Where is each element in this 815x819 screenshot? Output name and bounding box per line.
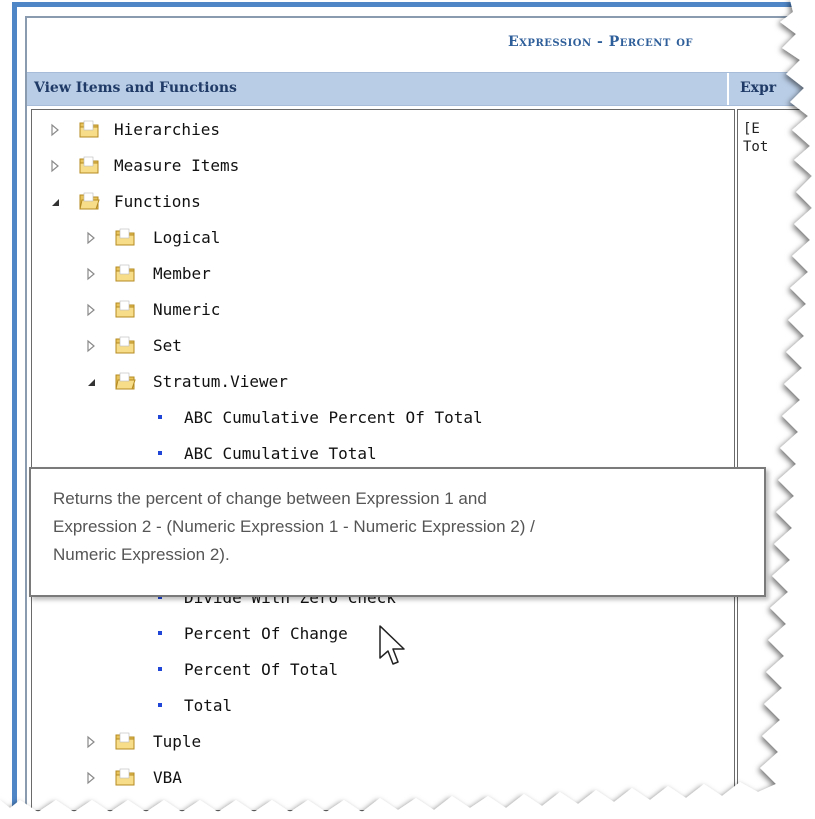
tree-node-label: Hierarchies bbox=[114, 120, 220, 139]
bullet-icon bbox=[158, 415, 162, 419]
function-item-label: ABC Cumulative Percent Of Total bbox=[184, 408, 483, 427]
tree-node-label: Tuple bbox=[153, 732, 202, 751]
function-item-label: Percent Of Total bbox=[184, 660, 339, 679]
panel-header-bar: View Items and Functions Expr bbox=[27, 72, 815, 106]
screenshot-frame: Expression - Percent of View Items and F… bbox=[0, 0, 815, 819]
folder-icon bbox=[115, 768, 135, 786]
function-item-percent-of-change[interactable]: Percent Of Change bbox=[158, 621, 578, 647]
folder-icon bbox=[79, 120, 99, 138]
function-item-label: Percent Of Change bbox=[184, 624, 348, 643]
function-item-label: Total bbox=[184, 696, 233, 715]
tree-node-label: Set bbox=[153, 336, 182, 355]
tooltip-line-2: Expression 2 - (Numeric Expression 1 - N… bbox=[53, 517, 535, 536]
collapsed-triangle-icon[interactable] bbox=[84, 735, 98, 749]
tree-node-set[interactable]: Set bbox=[84, 333, 384, 359]
collapsed-triangle-icon[interactable] bbox=[48, 123, 62, 137]
function-tooltip: Returns the percent of change between Ex… bbox=[29, 467, 766, 597]
header-divider bbox=[727, 73, 729, 105]
bullet-icon bbox=[158, 667, 162, 671]
expression-header: Expr bbox=[740, 80, 777, 96]
tree-node-label: VBA bbox=[153, 768, 182, 787]
folder-icon bbox=[115, 732, 135, 750]
tree-node-label: Logical bbox=[153, 228, 221, 247]
function-item-label: ABC Cumulative Total bbox=[184, 444, 377, 463]
collapsed-triangle-icon[interactable] bbox=[84, 339, 98, 353]
tree-node-vba[interactable]: VBA bbox=[84, 765, 384, 791]
mouse-pointer-icon bbox=[379, 625, 405, 665]
dialog-title: Expression - Percent of bbox=[508, 34, 694, 50]
folder-icon bbox=[115, 336, 135, 354]
tooltip-line-1: Returns the percent of change between Ex… bbox=[53, 489, 487, 508]
tree-node-tuple[interactable]: Tuple bbox=[84, 729, 384, 755]
collapsed-triangle-icon[interactable] bbox=[84, 231, 98, 245]
tree-node-stratum-viewer[interactable]: Stratum.Viewer bbox=[84, 369, 384, 395]
expanded-triangle-icon[interactable] bbox=[84, 375, 98, 389]
function-item-abc-cumulative-percent-of-total[interactable]: ABC Cumulative Percent Of Total bbox=[158, 405, 578, 431]
tree-node-measure-items[interactable]: Measure Items bbox=[48, 153, 348, 179]
folder-icon bbox=[115, 228, 135, 246]
collapsed-triangle-icon[interactable] bbox=[84, 771, 98, 785]
tree-node-label: Measure Items bbox=[114, 156, 240, 175]
tree-node-logical[interactable]: Logical bbox=[84, 225, 384, 251]
tree-node-label: Functions bbox=[114, 192, 201, 211]
collapsed-triangle-icon[interactable] bbox=[48, 159, 62, 173]
bullet-icon bbox=[158, 451, 162, 455]
folder-open-icon bbox=[79, 192, 100, 210]
tooltip-text: Returns the percent of change between Ex… bbox=[53, 485, 753, 569]
expression-line-1: [E bbox=[743, 121, 760, 137]
folder-icon bbox=[79, 156, 99, 174]
function-item-abc-cumulative-total[interactable]: ABC Cumulative Total bbox=[158, 441, 578, 467]
tree-node-label: Stratum.Viewer bbox=[153, 372, 288, 391]
tooltip-line-3: Numeric Expression 2). bbox=[53, 545, 230, 564]
collapsed-triangle-icon[interactable] bbox=[84, 267, 98, 281]
folder-icon bbox=[115, 300, 135, 318]
tree-node-hierarchies[interactable]: Hierarchies bbox=[48, 117, 348, 143]
folder-open-icon bbox=[115, 372, 136, 390]
expression-text[interactable]: [E Tot bbox=[743, 120, 768, 156]
function-item-total[interactable]: Total bbox=[158, 693, 578, 719]
tree-node-member[interactable]: Member bbox=[84, 261, 384, 287]
folder-icon bbox=[115, 264, 135, 282]
tree-node-label: Numeric bbox=[153, 300, 221, 319]
collapsed-triangle-icon[interactable] bbox=[84, 303, 98, 317]
tree-node-numeric[interactable]: Numeric bbox=[84, 297, 384, 323]
tree-node-functions[interactable]: Functions bbox=[48, 189, 348, 215]
view-items-header: View Items and Functions bbox=[34, 80, 237, 96]
function-item-percent-of-total[interactable]: Percent Of Total bbox=[158, 657, 578, 683]
expression-line-2: Tot bbox=[743, 139, 769, 155]
expanded-triangle-icon[interactable] bbox=[48, 195, 62, 209]
tree-node-label: Member bbox=[153, 264, 211, 283]
bullet-icon bbox=[158, 703, 162, 707]
expression-editor[interactable]: [E Tot bbox=[737, 109, 815, 810]
bullet-icon bbox=[158, 631, 162, 635]
